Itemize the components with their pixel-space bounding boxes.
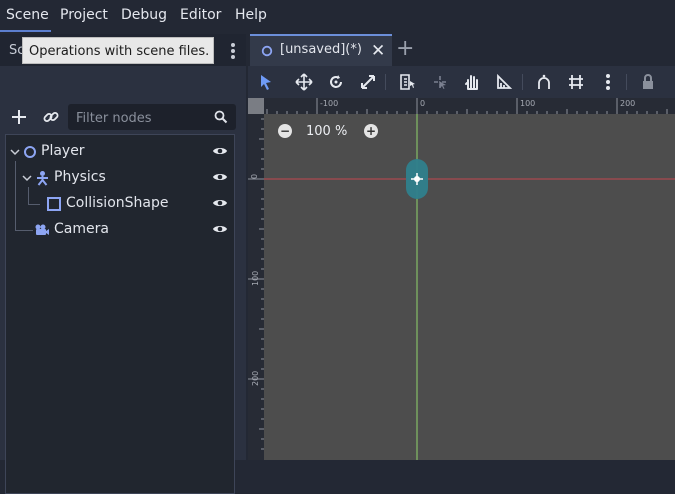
menu-bar: Scene Project Debug Editor Help xyxy=(0,0,675,32)
add-node-button[interactable] xyxy=(8,106,30,128)
chevron-down-icon[interactable] xyxy=(10,147,20,157)
canvas-toolbar xyxy=(248,66,675,98)
node2d-circle-icon xyxy=(261,45,273,57)
pivot-icon[interactable] xyxy=(430,72,450,92)
filter-nodes-field xyxy=(68,104,236,130)
ruler-corner xyxy=(248,98,264,114)
ruler-label: 100 xyxy=(520,99,536,108)
scene-tab-bar: [unsaved](*) ✕ + xyxy=(248,34,675,66)
instance-scene-button[interactable] xyxy=(40,106,62,128)
ruler-label: 100 xyxy=(251,270,260,286)
tree-guide-line xyxy=(15,230,33,231)
tree-guide-line xyxy=(15,161,16,217)
ruler-label: -100 xyxy=(320,99,339,108)
zoom-controls: − 100 % + xyxy=(278,124,388,140)
close-icon[interactable]: ✕ xyxy=(371,41,385,61)
visibility-eye-icon[interactable] xyxy=(212,171,228,183)
node2d-circle-icon xyxy=(24,146,36,158)
camera-icon xyxy=(35,224,49,235)
visibility-eye-icon[interactable] xyxy=(212,145,228,157)
tab-unsaved-scene[interactable]: [unsaved](*) ✕ xyxy=(250,34,392,66)
canvas-viewport[interactable]: -100 0 100 200 0 100 200 − 100 % + xyxy=(248,98,675,460)
tree-guide-line xyxy=(28,187,29,204)
zoom-level[interactable]: 100 % xyxy=(306,124,347,139)
move-mode-icon[interactable] xyxy=(294,72,314,92)
select-mode-icon[interactable] xyxy=(256,72,276,92)
chevron-down-icon[interactable] xyxy=(22,173,32,183)
scale-mode-icon[interactable] xyxy=(358,72,378,92)
tree-row-collisionshape[interactable]: CollisionShape xyxy=(6,161,234,217)
smart-snap-icon[interactable] xyxy=(534,72,554,92)
ruler-label: 200 xyxy=(620,99,636,108)
collision-shape-icon xyxy=(47,197,61,211)
list-select-icon[interactable] xyxy=(398,72,418,92)
tree-row-camera[interactable]: Camera xyxy=(6,213,234,243)
kebab-menu-icon[interactable] xyxy=(226,42,240,60)
filter-nodes-input[interactable] xyxy=(74,108,208,128)
tooltip: Operations with scene files. xyxy=(22,37,214,64)
ruler-label: 0 xyxy=(250,173,259,179)
zoom-out-button[interactable]: − xyxy=(278,124,292,138)
visibility-eye-icon[interactable] xyxy=(212,223,228,235)
grid-snap-icon[interactable] xyxy=(566,72,586,92)
visibility-eye-icon[interactable] xyxy=(212,197,228,209)
menu-help[interactable]: Help xyxy=(235,7,267,23)
menu-debug[interactable]: Debug xyxy=(121,7,167,23)
add-tab-icon[interactable]: + xyxy=(396,36,414,61)
menu-editor[interactable]: Editor xyxy=(180,7,221,23)
tree-row-physics[interactable]: Physics xyxy=(6,161,234,191)
tree-label-camera: Camera xyxy=(54,221,109,237)
pan-hand-icon[interactable] xyxy=(462,72,482,92)
toolbar-separator xyxy=(385,74,386,90)
left-ruler: 0 100 200 xyxy=(248,114,264,460)
tree-guide-line xyxy=(28,204,40,205)
scene-tab-label: [unsaved](*) xyxy=(280,42,362,57)
ruler-icon[interactable] xyxy=(494,72,514,92)
scene-dock: Sc Player xyxy=(0,34,246,494)
toolbar-separator xyxy=(522,74,523,90)
more-options-icon[interactable] xyxy=(598,72,618,92)
lock-icon[interactable] xyxy=(638,72,658,92)
zoom-in-button[interactable]: + xyxy=(364,124,378,138)
rotate-mode-icon[interactable] xyxy=(326,72,346,92)
link-icon xyxy=(43,112,59,122)
menu-scene[interactable]: Scene xyxy=(6,7,49,23)
tree-label-physics: Physics xyxy=(54,169,106,185)
tree-label-collisionshape: CollisionShape xyxy=(66,195,169,211)
toolbar-separator xyxy=(626,74,627,90)
menu-project[interactable]: Project xyxy=(60,7,108,23)
tree-guide-line xyxy=(15,213,16,230)
scene-tree: Player Physics CollisionShape Camera xyxy=(5,134,235,494)
plus-icon xyxy=(12,110,26,124)
active-menu-indicator xyxy=(0,30,51,32)
top-ruler: -100 0 100 200 xyxy=(264,98,675,114)
ruler-label: 0 xyxy=(420,99,426,108)
tree-label-player: Player xyxy=(41,143,85,159)
tree-row-player[interactable]: Player xyxy=(6,139,234,165)
ruler-label: 200 xyxy=(251,370,260,386)
physics-body-icon xyxy=(37,171,48,186)
search-icon xyxy=(214,110,228,124)
left-ruler-ticks xyxy=(248,118,264,450)
canvas-drawing xyxy=(264,114,675,460)
